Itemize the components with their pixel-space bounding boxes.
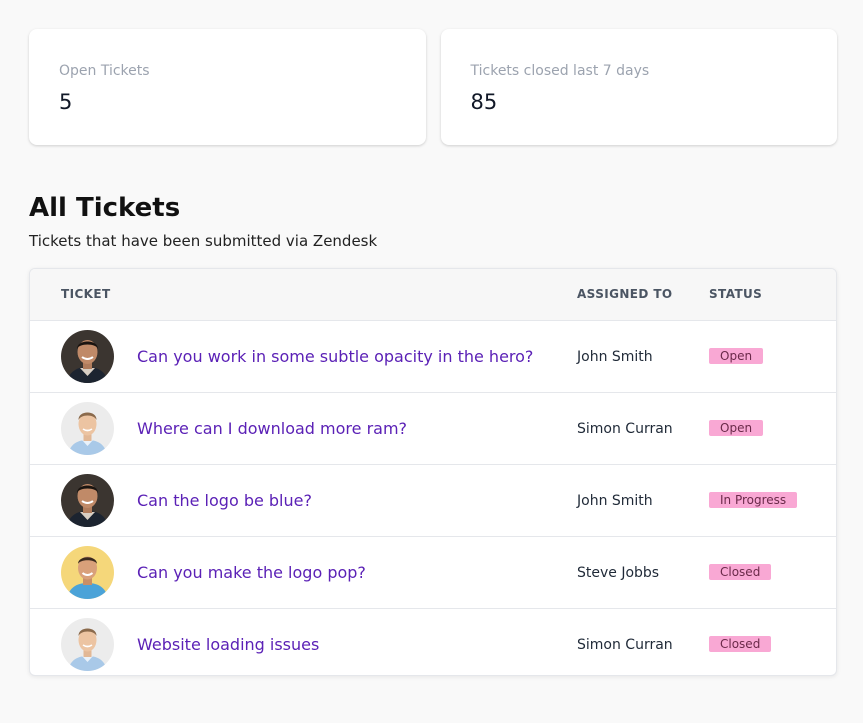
stat-label: Tickets closed last 7 days: [470, 63, 650, 79]
status-badge: Closed: [709, 636, 772, 652]
table-row: Where can I download more ram? Simon Cur…: [30, 393, 836, 465]
avatar: [61, 402, 114, 455]
table-row: Can the logo be blue? John Smith In Prog…: [30, 465, 836, 537]
status-badge: Open: [709, 420, 764, 436]
page-title: All Tickets: [29, 193, 181, 223]
stat-card-open-tickets: Open Tickets 5: [29, 29, 426, 145]
table-row: Website loading issues Simon Curran Clos…: [30, 609, 836, 675]
page-subtitle: Tickets that have been submitted via Zen…: [29, 232, 378, 250]
status-badge: Open: [709, 348, 764, 364]
avatar: [61, 546, 114, 599]
ticket-title-link[interactable]: Can you work in some subtle opacity in t…: [137, 347, 533, 367]
ticket-title-link[interactable]: Where can I download more ram?: [137, 419, 407, 439]
stat-card-closed-tickets: Tickets closed last 7 days 85: [440, 29, 837, 145]
avatar: [61, 618, 114, 671]
column-header-assigned-to: ASSIGNED TO: [577, 287, 673, 301]
stat-label: Open Tickets: [59, 63, 150, 79]
assignee-name: Simon Curran: [577, 637, 673, 653]
status-badge: In Progress: [709, 492, 798, 508]
stats-row: Open Tickets 5 Tickets closed last 7 day…: [29, 29, 837, 145]
tickets-table: TICKET ASSIGNED TO STATUS Can you work i…: [29, 268, 837, 676]
assignee-name: Steve Jobbs: [577, 565, 660, 581]
stat-value: 85: [470, 90, 498, 114]
avatar: [61, 474, 114, 527]
ticket-title-link[interactable]: Can you make the logo pop?: [137, 563, 366, 583]
column-header-ticket: TICKET: [61, 287, 111, 301]
assignee-name: John Smith: [577, 349, 653, 365]
ticket-title-link[interactable]: Website loading issues: [137, 635, 319, 655]
table-row: Can you work in some subtle opacity in t…: [30, 321, 836, 393]
table-header: TICKET ASSIGNED TO STATUS: [30, 269, 836, 321]
table-row: Can you make the logo pop? Steve Jobbs C…: [30, 537, 836, 609]
ticket-title-link[interactable]: Can the logo be blue?: [137, 491, 312, 511]
assignee-name: Simon Curran: [577, 421, 673, 437]
stat-value: 5: [59, 90, 73, 114]
assignee-name: John Smith: [577, 493, 653, 509]
avatar: [61, 330, 114, 383]
status-badge: Closed: [709, 564, 772, 580]
column-header-status: STATUS: [709, 287, 763, 301]
